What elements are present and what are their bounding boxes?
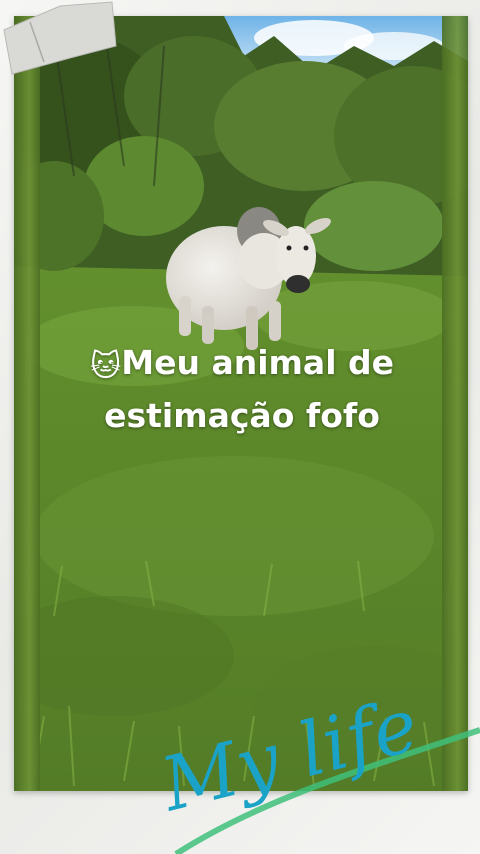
handwritten-my-life: My life <box>152 682 427 829</box>
handwritten-overlay: My life <box>152 682 480 854</box>
